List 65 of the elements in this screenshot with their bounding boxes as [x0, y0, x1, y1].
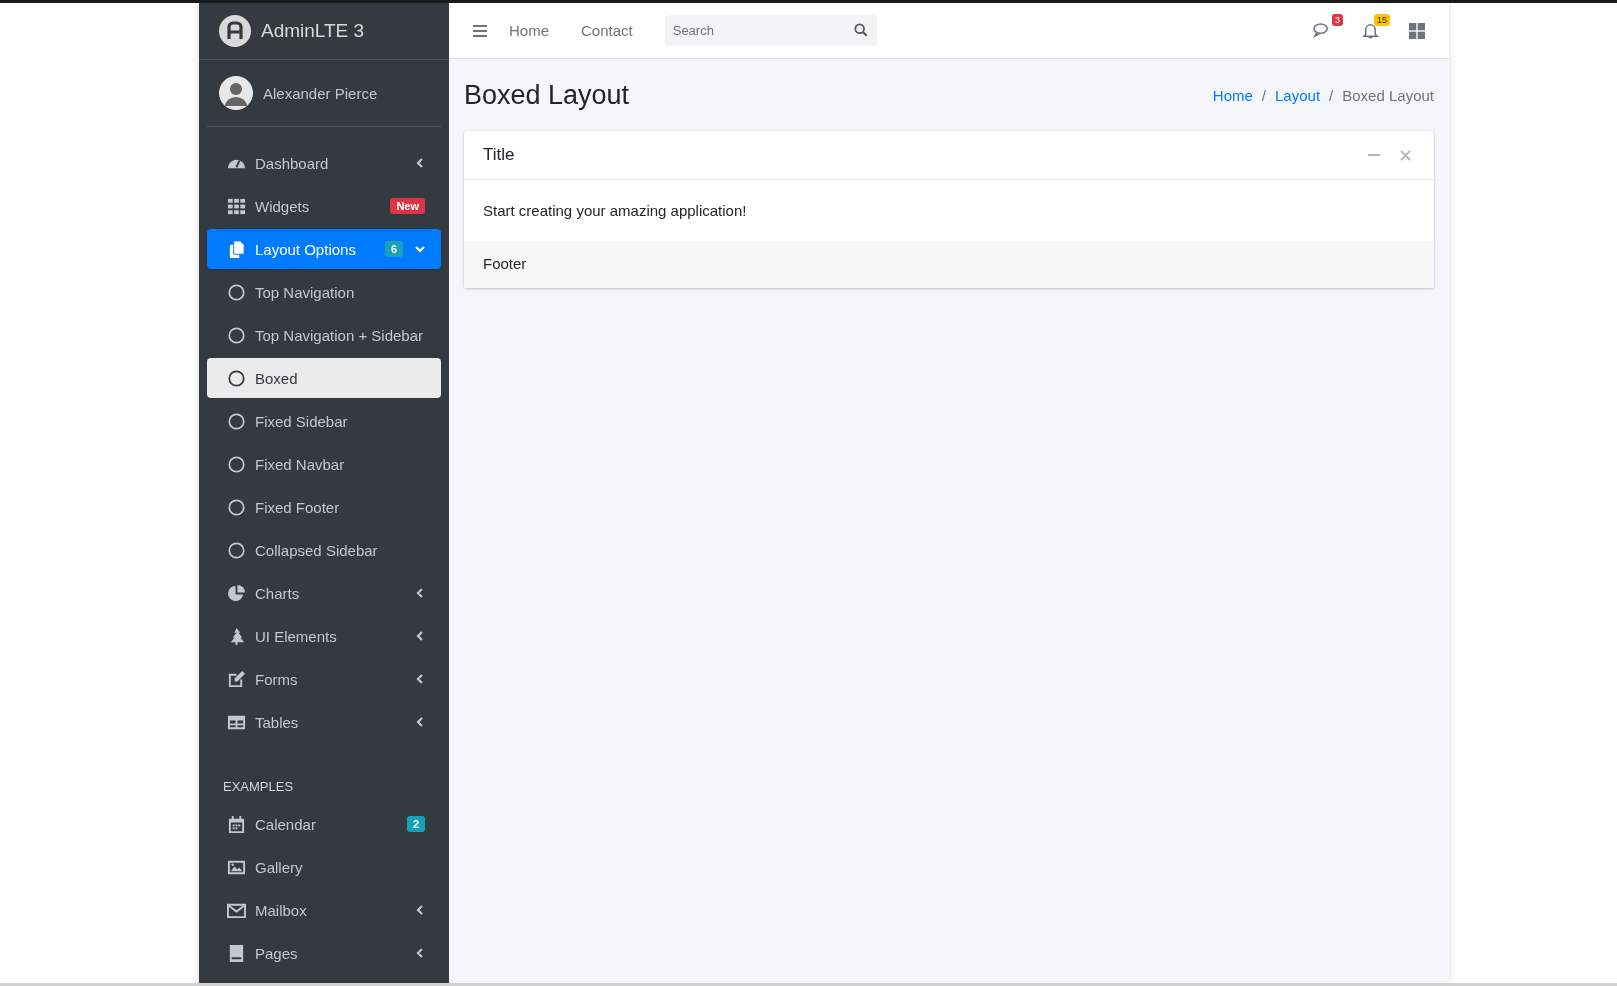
chevron-icon — [415, 905, 425, 915]
user-name[interactable]: Alexander Pierce — [263, 84, 378, 102]
grid-icon[interactable] — [1409, 22, 1425, 39]
sidebar-item[interactable]: Charts — [207, 573, 441, 613]
edit-icon — [227, 669, 246, 689]
chevron-icon — [415, 674, 425, 684]
book-icon — [227, 943, 246, 963]
circle-icon — [227, 282, 246, 302]
bell-icon[interactable] — [1362, 22, 1379, 39]
circle-icon — [227, 497, 246, 517]
chevron-icon — [415, 948, 425, 958]
logo-icon — [219, 15, 251, 47]
current-page-label: Boxed Layout — [1342, 86, 1434, 104]
sidebar-item[interactable]: UI Elements — [207, 616, 441, 656]
chevron-icon — [415, 631, 425, 641]
sidebar-item[interactable]: Pages — [207, 933, 441, 973]
submenu-item[interactable]: Fixed Sidebar — [207, 401, 441, 441]
badge: New — [390, 198, 425, 214]
grid-icon — [227, 196, 246, 216]
avatar-icon — [219, 76, 253, 110]
chevron-icon — [415, 588, 425, 598]
submenu-item[interactable]: Top Navigation + Sidebar — [207, 315, 441, 355]
card-footer: Footer — [483, 255, 527, 272]
submenu-item[interactable]: Collapsed Sidebar — [207, 530, 441, 570]
sidebar-item[interactable]: Dashboard — [207, 143, 441, 183]
nav-link[interactable]: Home — [509, 22, 549, 39]
breadcrumb-separator: / — [1329, 86, 1334, 104]
circle-icon — [227, 540, 246, 560]
sidebar-item[interactable]: Mailbox — [207, 890, 441, 930]
section-header: EXAMPLES — [222, 778, 295, 796]
card-text: Start creating your amazing application! — [482, 201, 748, 221]
sidebar-item[interactable]: Calendar 2 — [207, 804, 441, 844]
breadcrumb-link[interactable]: Home — [1212, 86, 1253, 104]
notification-badge: 15 — [1374, 14, 1390, 26]
nav-link[interactable]: Contact — [581, 22, 633, 39]
circle-icon — [227, 454, 246, 474]
breadcrumb-link[interactable]: Layout — [1275, 86, 1321, 104]
search-icon[interactable] — [853, 23, 868, 37]
chevron-icon — [415, 244, 425, 254]
menu-icon[interactable] — [473, 24, 487, 37]
notification-badge: 3 — [1332, 14, 1343, 26]
submenu-item[interactable]: Fixed Navbar — [207, 444, 441, 484]
badge: 2 — [406, 816, 425, 832]
breadcrumb-separator: / — [1261, 86, 1267, 104]
circle-icon — [227, 368, 246, 388]
sidebar-item[interactable]: Forms — [207, 659, 441, 699]
circle-icon — [227, 411, 246, 431]
sidebar-item[interactable]: Gallery — [207, 847, 441, 887]
submenu-item[interactable]: Top Navigation — [207, 272, 441, 312]
copy-icon — [227, 239, 246, 259]
submenu-item[interactable]: Fixed Footer — [207, 487, 441, 527]
sidebar-item[interactable]: Layout Options 6 — [207, 229, 441, 269]
submenu-item[interactable]: Boxed — [207, 358, 441, 398]
search-field[interactable]: Search — [664, 15, 877, 46]
page-title: Boxed Layout — [464, 79, 630, 111]
circle-icon — [227, 325, 246, 345]
chevron-icon — [415, 717, 425, 727]
card-title: Title — [483, 145, 516, 165]
sidebar-item[interactable]: Tables — [207, 702, 441, 742]
calendar-icon — [227, 814, 246, 834]
badge: 6 — [384, 241, 403, 257]
sidebar-item[interactable]: Widgets New — [207, 186, 441, 226]
chevron-icon — [415, 158, 425, 168]
brand-name[interactable]: AdminLTE 3 — [261, 20, 365, 42]
pie-icon — [227, 583, 246, 603]
